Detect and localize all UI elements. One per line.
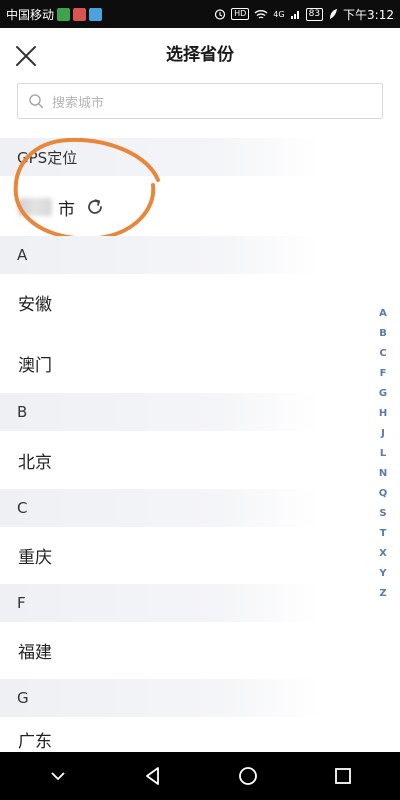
- province-item[interactable]: 北京: [0, 431, 400, 489]
- back-triangle-icon: [145, 767, 159, 785]
- province-label: 北京: [18, 452, 52, 473]
- province-label: 福建: [18, 642, 52, 663]
- gps-city-suffix: 市: [58, 199, 75, 220]
- index-letter-q[interactable]: Q: [372, 484, 394, 504]
- index-letter-a[interactable]: A: [372, 304, 394, 324]
- province-item[interactable]: 安徽: [0, 273, 400, 331]
- province-item[interactable]: 澳门: [0, 334, 400, 392]
- province-label: 广东: [18, 732, 52, 752]
- hide-keyboard-button[interactable]: [40, 758, 76, 794]
- gps-location-row[interactable]: 市: [0, 178, 400, 236]
- close-icon: [16, 46, 36, 66]
- index-letter-l[interactable]: L: [372, 444, 394, 464]
- recents-square-icon: [334, 768, 351, 784]
- home-circle-icon: [238, 767, 257, 785]
- hd-badge: HD: [231, 8, 250, 20]
- province-item[interactable]: 重庆: [0, 526, 400, 584]
- index-letter-x[interactable]: X: [372, 544, 394, 564]
- section-header-a: A: [0, 236, 400, 274]
- status-time: 下午3:12: [343, 7, 394, 22]
- index-letter-h[interactable]: H: [372, 404, 394, 424]
- index-letter-c[interactable]: C: [372, 344, 394, 364]
- section-header-gps: GPS定位: [0, 138, 400, 176]
- recents-button[interactable]: [325, 758, 361, 794]
- back-button[interactable]: [135, 758, 171, 794]
- section-letter: F: [17, 594, 26, 612]
- section-letter: A: [17, 246, 28, 264]
- province-label: 安徽: [18, 294, 52, 315]
- section-header-c: C: [0, 489, 400, 527]
- alarm-icon: [215, 9, 226, 20]
- page-title: 选择省份: [166, 45, 234, 65]
- close-button[interactable]: [12, 42, 40, 70]
- battery-level: 83: [305, 7, 324, 21]
- index-letter-b[interactable]: B: [372, 324, 394, 344]
- section-letter: B: [17, 403, 28, 421]
- wifi-icon: [254, 9, 268, 19]
- signal-icon: [290, 10, 299, 19]
- section-letter: G: [17, 689, 29, 707]
- section-label: GPS定位: [17, 148, 78, 167]
- index-letter-g[interactable]: G: [372, 384, 394, 404]
- refresh-icon[interactable]: [85, 197, 105, 217]
- index-letter-t[interactable]: T: [372, 524, 394, 544]
- app-notification-icon: [57, 7, 71, 21]
- app-notification-icon: [89, 7, 103, 21]
- section-header-b: B: [0, 393, 400, 431]
- section-header-f: F: [0, 584, 400, 622]
- alphabet-index[interactable]: A B C F G H J L N Q S T X Y Z: [372, 304, 394, 604]
- carrier-name: 中国移动: [6, 7, 55, 22]
- home-button[interactable]: [230, 758, 266, 794]
- system-nav-bar: [0, 752, 400, 800]
- index-letter-j[interactable]: J: [372, 424, 394, 444]
- search-icon: [29, 94, 44, 109]
- search-placeholder: 搜索城市: [52, 95, 105, 111]
- chevron-down-icon: [50, 772, 65, 781]
- app-notification-icon: [73, 7, 87, 21]
- section-header-g: G: [0, 679, 400, 717]
- status-bar: 中国移动 HD 4G 83 下午3:12: [0, 0, 400, 28]
- index-letter-z[interactable]: Z: [372, 584, 394, 604]
- section-letter: C: [17, 499, 28, 517]
- search-input[interactable]: 搜索城市: [17, 83, 383, 119]
- province-item[interactable]: 福建: [0, 621, 400, 679]
- leaf-icon: [330, 9, 338, 19]
- province-item[interactable]: 广东: [0, 716, 400, 752]
- network-type: 4G: [273, 9, 285, 19]
- province-label: 重庆: [18, 547, 52, 568]
- index-letter-f[interactable]: F: [372, 364, 394, 384]
- index-letter-y[interactable]: Y: [372, 564, 394, 584]
- header: 选择省份: [0, 28, 400, 82]
- index-letter-s[interactable]: S: [372, 504, 394, 524]
- blurred-city-name: [18, 198, 52, 216]
- index-letter-n[interactable]: N: [372, 464, 394, 484]
- province-label: 澳门: [18, 355, 52, 376]
